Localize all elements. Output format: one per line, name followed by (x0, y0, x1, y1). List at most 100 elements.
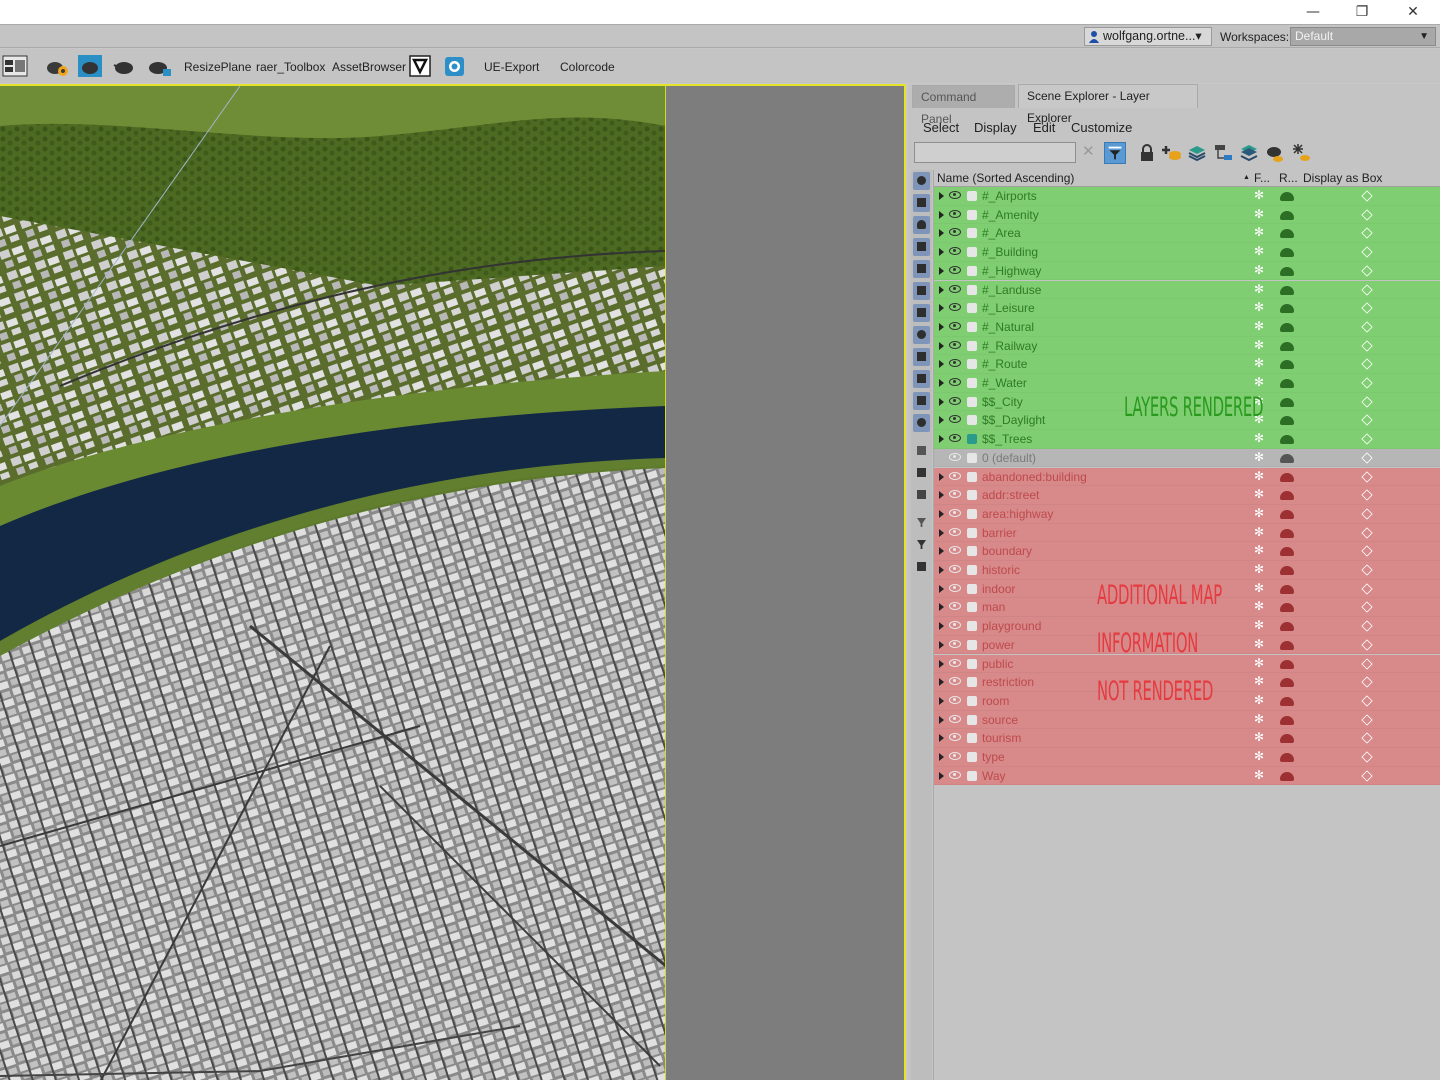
visibility-eye-icon[interactable] (949, 247, 961, 256)
visibility-eye-icon[interactable] (949, 284, 961, 293)
expand-arrow-icon[interactable] (939, 304, 944, 313)
visibility-eye-icon[interactable] (949, 602, 961, 611)
renderable-teapot-icon[interactable] (1280, 472, 1294, 482)
tab-scene-explorer[interactable]: Scene Explorer - Layer Explorer (1018, 84, 1198, 125)
xrefs-filter-icon[interactable] (913, 326, 930, 344)
freeze-snowflake-icon[interactable]: ✻ (1254, 207, 1264, 221)
display-as-box-icon[interactable] (1361, 452, 1373, 464)
menu-select[interactable]: Select (923, 120, 959, 135)
filter-funnel-icon[interactable] (913, 514, 930, 532)
raer-toolbox-button[interactable]: raer_Toolbox (256, 60, 325, 74)
menu-display[interactable]: Display (974, 120, 1017, 135)
display-as-box-icon[interactable] (1361, 657, 1373, 670)
expand-arrow-icon[interactable] (939, 435, 944, 444)
expand-arrow-icon[interactable] (939, 397, 944, 406)
layer-name[interactable]: man (982, 600, 1005, 614)
display-as-box-icon[interactable] (1361, 526, 1373, 539)
teapot-icon[interactable] (112, 53, 138, 79)
freeze-snowflake-icon[interactable]: ✻ (1254, 244, 1264, 258)
layer-name[interactable]: $$_City (982, 395, 1023, 409)
layer-row[interactable]: $$_Trees ✻ (934, 430, 1440, 449)
layer-row[interactable]: historic ✻ (934, 561, 1440, 580)
spacewarps-filter-icon[interactable] (913, 282, 930, 300)
freeze-snowflake-icon[interactable]: ✻ (1254, 525, 1264, 539)
layer-row[interactable]: #_Amenity ✻ (934, 205, 1440, 225)
renderable-teapot-icon[interactable] (1280, 341, 1294, 351)
visibility-eye-icon[interactable] (949, 321, 961, 330)
freeze-snowflake-icon[interactable]: ✻ (1254, 693, 1264, 707)
freeze-snowflake-icon[interactable]: ✻ (1254, 356, 1264, 370)
visibility-eye-icon[interactable] (949, 303, 961, 312)
display-as-box-icon[interactable] (1361, 246, 1373, 258)
expand-arrow-icon[interactable] (939, 640, 944, 649)
layer-name[interactable]: #_Railway (982, 339, 1037, 353)
bones-filter-icon[interactable] (913, 348, 930, 366)
column-display-as-box-header[interactable]: Display as Box (1303, 171, 1382, 185)
renderable-teapot-icon[interactable] (1280, 715, 1294, 725)
visibility-eye-icon[interactable] (949, 658, 961, 667)
renderable-teapot-icon[interactable] (1280, 491, 1294, 501)
expand-arrow-icon[interactable] (939, 622, 944, 631)
freeze-snowflake-icon[interactable]: ✻ (1254, 300, 1264, 314)
expand-arrow-icon[interactable] (939, 341, 944, 350)
display-as-box-icon[interactable] (1361, 190, 1373, 202)
layer-name[interactable]: Way (982, 769, 1006, 783)
cameras-filter-icon[interactable] (913, 238, 930, 256)
layer-row[interactable]: #_Building ✻ (934, 243, 1440, 262)
freeze-snowflake-icon[interactable]: ✻ (1254, 375, 1264, 389)
display-as-box-icon[interactable] (1361, 676, 1373, 688)
document-icon[interactable] (913, 442, 930, 460)
display-as-box-icon[interactable] (1361, 695, 1373, 707)
renderable-teapot-icon[interactable] (1280, 640, 1294, 650)
layer-name[interactable]: addr:street (982, 488, 1039, 502)
freeze-snowflake-icon[interactable]: ✻ (1254, 263, 1264, 277)
expand-arrow-icon[interactable] (939, 491, 944, 500)
menu-customize[interactable]: Customize (1071, 120, 1132, 135)
renderable-teapot-icon[interactable] (1280, 528, 1294, 538)
renderable-teapot-icon[interactable] (1280, 397, 1294, 407)
layer-name[interactable]: $$_Trees (982, 432, 1032, 446)
renderable-teapot-icon[interactable] (1280, 210, 1294, 220)
column-render-header[interactable]: R... (1279, 171, 1298, 185)
visibility-eye-icon[interactable] (949, 434, 961, 443)
display-as-box-icon[interactable] (1361, 470, 1373, 483)
layer-name[interactable]: restriction (982, 675, 1034, 689)
freeze-snowflake-icon[interactable]: ✻ (1254, 506, 1264, 520)
layer-row[interactable]: tourism ✻ (934, 729, 1440, 748)
display-as-box-icon[interactable] (1361, 620, 1373, 632)
visibility-eye-icon[interactable] (949, 546, 961, 555)
expand-arrow-icon[interactable] (939, 285, 944, 294)
layout-icon[interactable] (2, 53, 28, 79)
column-freeze-header[interactable]: F... (1254, 171, 1270, 185)
expand-arrow-icon[interactable] (939, 678, 944, 687)
expand-arrow-icon[interactable] (939, 566, 944, 574)
display-as-box-icon[interactable] (1361, 414, 1373, 427)
visibility-eye-icon[interactable] (949, 396, 961, 405)
layer-name[interactable]: #_Leisure (982, 301, 1035, 315)
freeze-snowflake-icon[interactable]: ✻ (1254, 188, 1264, 202)
square-icon[interactable] (913, 464, 930, 482)
display-as-box-icon[interactable] (1361, 713, 1373, 726)
layer-name[interactable]: boundary (982, 544, 1032, 558)
layer-row[interactable]: barrier ✻ (934, 523, 1440, 543)
display-as-box-icon[interactable] (1361, 770, 1373, 782)
renderable-teapot-icon[interactable] (1280, 416, 1294, 426)
visibility-eye-icon[interactable] (949, 359, 961, 368)
layer-row[interactable]: #_Highway ✻ (934, 261, 1440, 281)
layer-row[interactable]: abandoned:building ✻ (934, 467, 1440, 487)
layer-row[interactable]: #_Natural ✻ (934, 317, 1440, 337)
display-as-box-icon[interactable] (1361, 358, 1373, 370)
visibility-eye-icon[interactable] (949, 378, 961, 386)
expand-arrow-icon[interactable] (939, 472, 944, 481)
workspace-select[interactable]: Default ▼ (1290, 27, 1436, 46)
visibility-eye-icon[interactable] (949, 639, 961, 648)
visibility-eye-icon[interactable] (949, 490, 961, 499)
expand-arrow-icon[interactable] (939, 659, 944, 668)
layer-row[interactable]: boundary ✻ (934, 542, 1440, 561)
freeze-snowflake-icon[interactable]: ✻ (1254, 581, 1264, 595)
renderable-teapot-icon[interactable] (1280, 547, 1294, 557)
expand-arrow-icon[interactable] (939, 584, 944, 593)
layer-name[interactable]: type (982, 750, 1005, 764)
geometry-filter-icon[interactable] (913, 172, 930, 190)
visibility-eye-icon[interactable] (949, 677, 961, 686)
